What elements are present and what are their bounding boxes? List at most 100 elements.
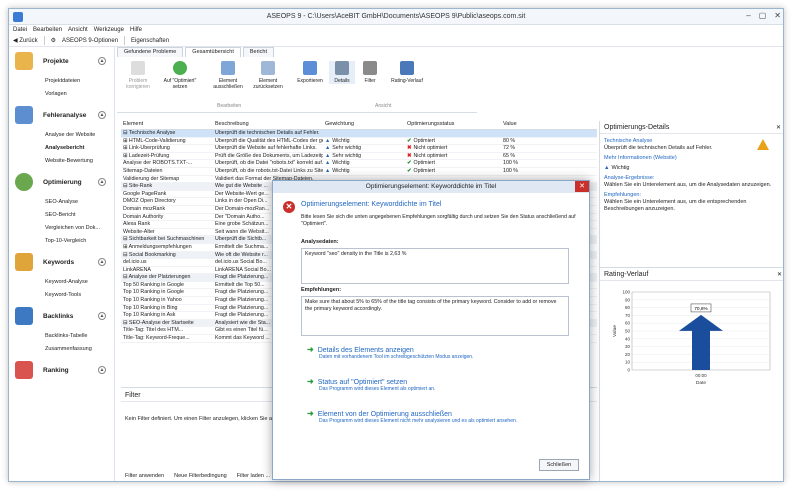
cell-element: Title-Tag: Titel des HTM... xyxy=(123,327,184,334)
more-info-link[interactable]: Mehr Informationen (Website) xyxy=(604,155,781,162)
funnel-icon xyxy=(363,61,377,75)
section-header[interactable]: Keywords ▲ xyxy=(9,248,114,276)
options-button[interactable]: ASEOPS 9-Optionen xyxy=(62,38,118,44)
menu-bar: Datei Bearbeiten Ansicht Werkzeuge Hilfe xyxy=(9,25,783,35)
menu-werkzeuge[interactable]: Werkzeuge xyxy=(94,27,124,33)
action-title[interactable]: Element von der Optimierung ausschließen xyxy=(318,411,452,418)
table-row[interactable]: Analyse der ROBOTS.TXT-... Überprüft, ob … xyxy=(121,160,597,168)
nav-item[interactable]: Analyse der Website xyxy=(9,129,114,142)
section-header[interactable]: Fehleranalyse ▲ xyxy=(9,101,114,129)
y-tick-label: 70 xyxy=(625,313,631,318)
table-row[interactable]: ⊞ Ladezeit-Prüfung Prüft die Größe des Do… xyxy=(121,153,597,161)
close-window-button[interactable]: ✕ xyxy=(774,11,781,20)
col-value[interactable]: Value xyxy=(501,121,561,129)
section-header[interactable]: Backlinks ▲ xyxy=(9,302,114,330)
collapse-icon[interactable]: ▲ xyxy=(98,258,106,266)
section-backlinks: Backlinks ▲ Backlinks-Tabelle Zusammenfas… xyxy=(9,302,114,356)
nav-item[interactable]: Vergleichen von Dok... xyxy=(9,222,114,235)
nav-item[interactable]: SEO-Bericht xyxy=(9,209,114,222)
check-icon: ✔ xyxy=(407,137,412,144)
analysis-data-box[interactable]: Keyword "seo" density in the Title is 2,… xyxy=(301,248,569,284)
col-element[interactable]: Element xyxy=(121,121,213,129)
recommendation-box[interactable]: Make sure that about 5% to 65% of the ti… xyxy=(301,296,569,336)
load-filter-button[interactable]: Filter laden ... xyxy=(237,473,270,479)
gear-icon[interactable]: ⚙ xyxy=(51,37,56,44)
fix-problem-button[interactable]: Problem korrigieren xyxy=(121,61,155,90)
close-icon[interactable]: ✕ xyxy=(777,271,782,278)
warning-icon xyxy=(757,139,769,150)
nav-item[interactable]: SEO-Analyse xyxy=(9,196,114,209)
details-button[interactable]: Details xyxy=(329,61,355,84)
exclude-element-button[interactable]: Element ausschließen xyxy=(211,61,245,90)
dialog-close-button[interactable]: ✕ xyxy=(575,181,589,192)
collapse-icon[interactable]: ▲ xyxy=(98,111,106,119)
section-header[interactable]: Optimierung ▲ xyxy=(9,168,114,196)
nav-item[interactable]: Keyword-Tools xyxy=(9,289,114,302)
apply-filter-button[interactable]: Filter anwenden xyxy=(125,473,164,479)
weight-icon: ▲ xyxy=(325,160,331,167)
y-tick-label: 20 xyxy=(625,352,631,357)
nav-item[interactable]: Keyword-Analyse xyxy=(9,276,114,289)
details-weight: Wichtig xyxy=(611,165,630,171)
table-row[interactable]: ⊞ HTML-Code-Validierung Überprüft die Qua… xyxy=(121,138,597,146)
back-button[interactable]: ◀ Zurück xyxy=(13,37,38,44)
cell-status xyxy=(405,130,501,137)
col-weight[interactable]: Gewichtung xyxy=(323,121,405,129)
weight-label: Sehr wichtig xyxy=(332,145,362,152)
cell-weight: ▲ Sehr wichtig xyxy=(323,153,405,160)
nav-item[interactable]: Website-Bewertung xyxy=(9,155,114,168)
maximize-button[interactable]: ▢ xyxy=(759,11,767,20)
section-keywords: Keywords ▲ Keyword-Analyse Keyword-Tools xyxy=(9,248,114,302)
cell-value: 72 % xyxy=(503,145,516,152)
table-row[interactable]: ⊞ Link-Überprüfung Überprüft die Website … xyxy=(121,145,597,153)
collapse-icon[interactable]: ▲ xyxy=(98,312,106,320)
cell-element: LinkARENA xyxy=(123,266,151,273)
close-dialog-button[interactable]: Schließen xyxy=(539,459,579,471)
export-button[interactable]: Exportieren xyxy=(293,61,327,84)
nav-item-active[interactable]: Analysebericht xyxy=(9,142,114,155)
minimize-button[interactable]: – xyxy=(746,11,750,20)
action-title[interactable]: Details des Elements anzeigen xyxy=(318,347,414,354)
col-description[interactable]: Beschreibung xyxy=(213,121,323,129)
exclude-action[interactable]: ➜ Element von der Optimierung ausschließe… xyxy=(307,409,517,424)
table-row[interactable]: Sitemap-Dateien Überprüft, ob die robots.… xyxy=(121,168,597,176)
rating-history-button[interactable]: Rating-Verlauf xyxy=(387,61,427,84)
new-filter-condition-button[interactable]: Neue Filterbedingung xyxy=(174,473,227,479)
button-label: Element zurücksetzen xyxy=(253,78,283,90)
properties-button[interactable]: Eigenschaften xyxy=(131,38,169,44)
table-row[interactable]: ⊟ Technische Analyse Überprüft die techni… xyxy=(121,130,597,138)
menu-ansicht[interactable]: Ansicht xyxy=(68,27,88,33)
section-ranking: Ranking ▲ xyxy=(9,356,114,384)
collapse-icon[interactable]: ▲ xyxy=(98,366,106,374)
cell-element: Top 50 Ranking in Google xyxy=(123,281,184,288)
menu-hilfe[interactable]: Hilfe xyxy=(130,27,142,33)
section-header[interactable]: Projekte ▲ xyxy=(9,47,114,75)
menu-datei[interactable]: Datei xyxy=(13,27,27,33)
close-icon[interactable]: ✕ xyxy=(776,124,781,131)
collapse-icon[interactable]: ▲ xyxy=(98,57,106,65)
cell-element: ⊟ Social Bookmarking xyxy=(123,251,176,258)
nav-item[interactable]: Top-10-Vergleich xyxy=(9,235,114,248)
nav-item[interactable]: Vorlagen xyxy=(9,88,114,101)
ribbon: Problem korrigieren Auf "Optimiert" setzen… xyxy=(117,57,477,113)
filter-button[interactable]: Filter xyxy=(357,61,383,84)
set-optimized-action[interactable]: ➜ Status auf "Optimiert" setzen Das Progra… xyxy=(307,377,435,392)
menu-bearbeiten[interactable]: Bearbeiten xyxy=(33,27,62,33)
action-title[interactable]: Status auf "Optimiert" setzen xyxy=(318,379,407,386)
nav-item[interactable]: Backlinks-Tabelle xyxy=(9,330,114,343)
cell-element: DMOZ Open Directory xyxy=(123,198,176,205)
tab-gefundene-probleme[interactable]: Gefundene Probleme xyxy=(117,47,184,57)
nav-item[interactable]: Projektdateien xyxy=(9,75,114,88)
section-header[interactable]: Ranking ▲ xyxy=(9,356,114,384)
reset-element-button[interactable]: Element zurücksetzen xyxy=(251,61,285,90)
col-status[interactable]: Optimierungsstatus xyxy=(405,121,501,129)
tab-gesamtuebersicht[interactable]: Gesamtübersicht xyxy=(185,47,241,57)
collapse-icon[interactable]: ▲ xyxy=(98,178,106,186)
set-optimized-button[interactable]: Auf "Optimiert" setzen xyxy=(163,61,197,90)
show-details-action[interactable]: ➜ Details des Elements anzeigen Daten mit … xyxy=(307,345,473,360)
nav-item[interactable]: Zusammenfassung xyxy=(9,343,114,356)
section-projekte: Projekte ▲ Projektdateien Vorlagen xyxy=(9,47,114,101)
quick-toolbar: ◀ Zurück ⚙ ASEOPS 9-Optionen Eigenschaft… xyxy=(9,35,783,47)
tab-bericht[interactable]: Bericht xyxy=(242,47,274,57)
section-title: Ranking xyxy=(43,366,69,374)
